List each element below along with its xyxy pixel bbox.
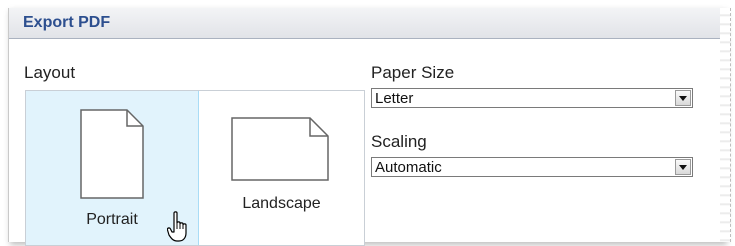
chevron-down-icon[interactable] [675,90,691,106]
dialog-title: Export PDF [23,14,111,31]
scaling-select[interactable]: Automatic [371,157,693,177]
paper-size-label: Paper Size [371,63,455,82]
paper-size-value: Letter [375,90,414,107]
chevron-down-icon[interactable] [675,159,691,175]
export-pdf-panel: Export PDF Layout Portrait Landscape Pap… [8,8,731,246]
scaling-value: Automatic [375,159,442,176]
layout-option-landscape[interactable]: Landscape [199,91,364,245]
hand-pointer-icon [167,211,187,242]
portrait-page-icon [80,109,144,199]
paper-size-select[interactable]: Letter [371,88,693,108]
landscape-label: Landscape [242,195,321,212]
layout-label: Layout [24,63,76,82]
title-bar: Export PDF [9,8,725,39]
landscape-page-icon [231,117,329,181]
layout-options: Portrait Landscape [25,90,365,246]
scaling-label: Scaling [371,132,427,151]
